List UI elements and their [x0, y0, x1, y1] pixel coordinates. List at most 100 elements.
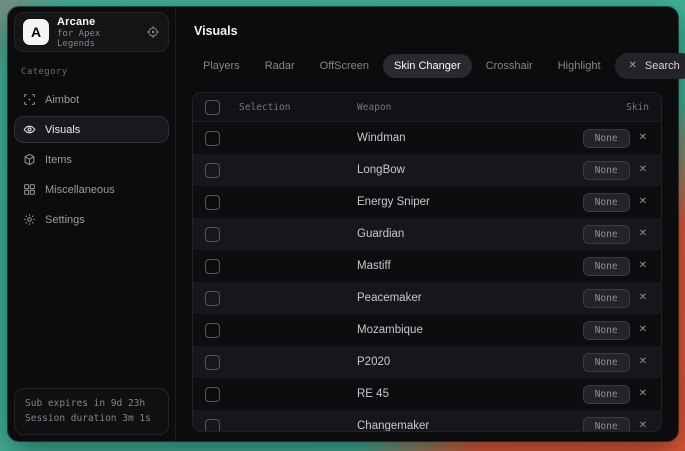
skin-cell: None ✕: [583, 161, 649, 180]
target-icon[interactable]: [146, 25, 160, 39]
sidebar: A Arcane for Apex Legends Category: [8, 7, 176, 441]
app-title-block: Arcane for Apex Legends: [57, 16, 138, 49]
weapon-name: Energy Sniper: [357, 196, 583, 208]
sidebar-item-miscellaneous[interactable]: Miscellaneous: [14, 176, 169, 203]
header-selection: Selection: [239, 102, 357, 113]
category-label: Category: [21, 67, 162, 77]
skin-select[interactable]: None: [583, 417, 630, 433]
row-checkbox[interactable]: [205, 419, 220, 433]
skin-cell: None ✕: [583, 417, 649, 433]
skin-cell: None ✕: [583, 289, 649, 308]
skin-select[interactable]: None: [583, 257, 630, 276]
clear-skin-icon[interactable]: ✕: [639, 261, 649, 271]
search-icon: ✕: [629, 61, 637, 71]
weapon-name: Peacemaker: [357, 292, 583, 304]
tab-crosshair[interactable]: Crosshair: [475, 54, 544, 78]
table-row: Windman None ✕: [193, 122, 661, 154]
skin-select[interactable]: None: [583, 193, 630, 212]
sidebar-item-items[interactable]: Items: [14, 146, 169, 173]
tab-players[interactable]: Players: [192, 54, 251, 78]
main-panel: Visuals Players Radar OffScreen Skin Cha…: [176, 7, 678, 441]
table-row: Mozambique None ✕: [193, 314, 661, 346]
clear-skin-icon[interactable]: ✕: [639, 165, 649, 175]
skin-cell: None ✕: [583, 321, 649, 340]
clear-skin-icon[interactable]: ✕: [639, 389, 649, 399]
skin-select[interactable]: None: [583, 161, 630, 180]
sidebar-item-label: Miscellaneous: [45, 184, 115, 196]
skin-select[interactable]: None: [583, 321, 630, 340]
sub-expiry-text: Sub expires in 9d 23h: [25, 396, 158, 412]
sidebar-item-settings[interactable]: Settings: [14, 206, 169, 233]
tab-bar: Players Radar OffScreen Skin Changer Cro…: [192, 53, 662, 79]
grid-icon: [23, 183, 36, 196]
weapon-name: Windman: [357, 132, 583, 144]
sidebar-spacer: [14, 233, 169, 388]
table-body: Windman None ✕ LongBow None ✕: [193, 122, 661, 432]
weapon-name: Guardian: [357, 228, 583, 240]
app-window: A Arcane for Apex Legends Category: [8, 7, 678, 441]
tab-radar[interactable]: Radar: [254, 54, 306, 78]
row-checkbox[interactable]: [205, 195, 220, 210]
skin-cell: None ✕: [583, 257, 649, 276]
row-checkbox[interactable]: [205, 163, 220, 178]
sidebar-item-label: Visuals: [45, 124, 80, 136]
search-button-label: Search: [645, 60, 680, 72]
weapon-name: LongBow: [357, 164, 583, 176]
search-button[interactable]: ✕ Search: [615, 53, 685, 79]
skin-select[interactable]: None: [583, 353, 630, 372]
clear-skin-icon[interactable]: ✕: [639, 133, 649, 143]
weapon-name: Mozambique: [357, 324, 583, 336]
weapon-name: Mastiff: [357, 260, 583, 272]
select-all-checkbox[interactable]: [205, 100, 220, 115]
row-checkbox[interactable]: [205, 291, 220, 306]
clear-skin-icon[interactable]: ✕: [639, 325, 649, 335]
sidebar-item-aimbot[interactable]: Aimbot: [14, 86, 169, 113]
table-row: Mastiff None ✕: [193, 250, 661, 282]
tab-offscreen[interactable]: OffScreen: [309, 54, 380, 78]
clear-skin-icon[interactable]: ✕: [639, 197, 649, 207]
header-weapon: Weapon: [357, 102, 626, 113]
table-header: Selection Weapon Skin: [193, 93, 661, 122]
header-skin: Skin: [626, 102, 649, 113]
skin-select[interactable]: None: [583, 129, 630, 148]
package-icon: [23, 153, 36, 166]
session-duration-text: Session duration 3m 1s: [25, 411, 158, 427]
clear-skin-icon[interactable]: ✕: [639, 293, 649, 303]
gear-icon: [23, 213, 36, 226]
skin-cell: None ✕: [583, 353, 649, 372]
row-checkbox[interactable]: [205, 355, 220, 370]
skin-cell: None ✕: [583, 225, 649, 244]
weapon-name: RE 45: [357, 388, 583, 400]
app-header-card: A Arcane for Apex Legends: [14, 12, 169, 52]
subscription-info-card: Sub expires in 9d 23h Session duration 3…: [14, 388, 169, 435]
table-row: P2020 None ✕: [193, 346, 661, 378]
clear-skin-icon[interactable]: ✕: [639, 357, 649, 367]
table-row: LongBow None ✕: [193, 154, 661, 186]
weapon-name: Changemaker: [357, 420, 583, 432]
skin-table: Selection Weapon Skin Windman None ✕: [192, 92, 662, 432]
row-checkbox[interactable]: [205, 387, 220, 402]
sidebar-nav: Aimbot Visuals Items: [14, 86, 169, 233]
clear-skin-icon[interactable]: ✕: [639, 229, 649, 239]
crosshair-icon: [23, 93, 36, 106]
skin-select[interactable]: None: [583, 225, 630, 244]
skin-select[interactable]: None: [583, 385, 630, 404]
row-checkbox[interactable]: [205, 131, 220, 146]
tab-highlight[interactable]: Highlight: [547, 54, 612, 78]
app-logo: A: [23, 19, 49, 45]
row-checkbox[interactable]: [205, 227, 220, 242]
tab-skin-changer[interactable]: Skin Changer: [383, 54, 472, 78]
page-title: Visuals: [194, 24, 660, 38]
skin-select[interactable]: None: [583, 289, 630, 308]
app-name: Arcane: [57, 16, 138, 28]
clear-skin-icon[interactable]: ✕: [639, 421, 649, 431]
skin-cell: None ✕: [583, 129, 649, 148]
eye-icon: [23, 123, 36, 136]
skin-cell: None ✕: [583, 385, 649, 404]
row-checkbox[interactable]: [205, 323, 220, 338]
sidebar-item-label: Settings: [45, 214, 85, 226]
table-row: Changemaker None ✕: [193, 410, 661, 432]
sidebar-item-visuals[interactable]: Visuals: [14, 116, 169, 143]
row-checkbox[interactable]: [205, 259, 220, 274]
sidebar-item-label: Aimbot: [45, 94, 79, 106]
